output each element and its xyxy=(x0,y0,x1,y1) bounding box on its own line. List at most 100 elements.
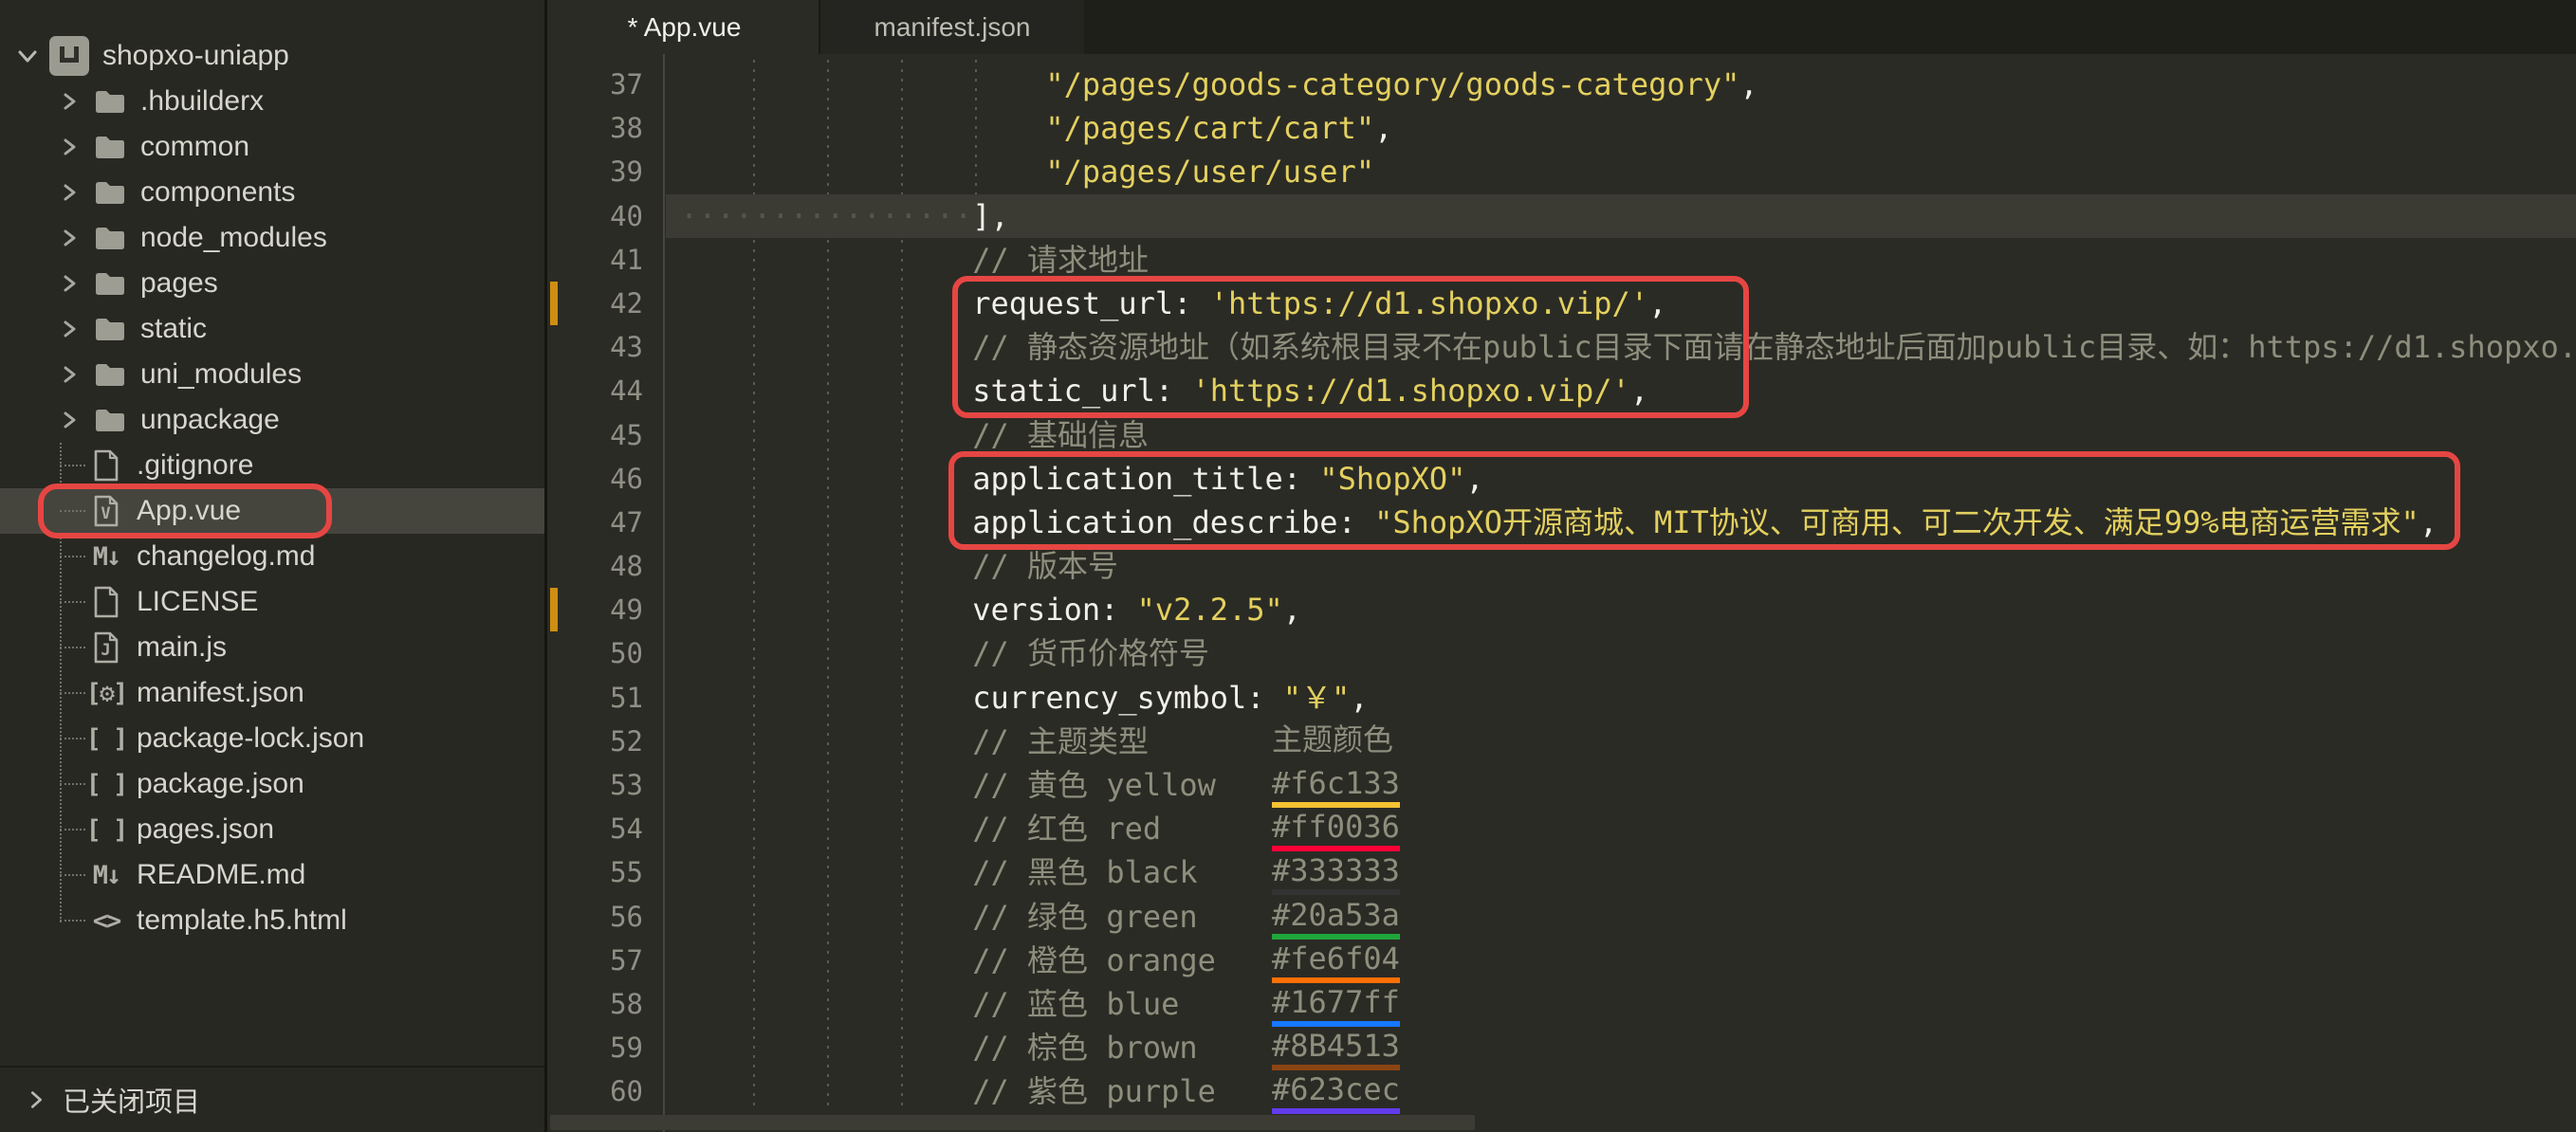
tree-file-label: main.js xyxy=(137,631,227,664)
chevron-right-icon[interactable] xyxy=(55,363,83,386)
line-number[interactable]: 42 xyxy=(550,282,664,325)
line-number[interactable]: 56 xyxy=(550,895,664,939)
line-number[interactable]: 40 xyxy=(550,194,664,238)
code-line-49[interactable]: 49 version: "v2.2.5", xyxy=(550,588,2576,631)
tree-folder-components[interactable]: components xyxy=(0,170,544,215)
tree-file-.gitignore[interactable]: .gitignore xyxy=(0,443,544,488)
line-number[interactable]: 39 xyxy=(550,150,664,193)
tree-folder-uni_modules[interactable]: uni_modules xyxy=(0,352,544,397)
code-text: // 绿色 green#20a53a xyxy=(666,895,2576,939)
code-text: application_describe: "ShopXO开源商城、MIT协议、… xyxy=(666,501,2576,544)
code-line-58[interactable]: 58 // 蓝色 blue#1677ff xyxy=(550,982,2576,1026)
line-number[interactable]: 47 xyxy=(550,501,664,544)
line-number[interactable]: 50 xyxy=(550,631,664,675)
line-number[interactable]: 38 xyxy=(550,106,664,150)
vue-file-icon: V xyxy=(87,494,125,528)
line-number[interactable]: 41 xyxy=(550,238,664,282)
tree-folder-node_modules[interactable]: node_modules xyxy=(0,215,544,261)
code-line-50[interactable]: 50 // 货币价格符号 xyxy=(550,631,2576,675)
line-number[interactable]: 58 xyxy=(550,982,664,1026)
chevron-right-icon[interactable] xyxy=(55,227,83,249)
js-file-icon: J xyxy=(87,630,125,665)
tree-file-manifest.json[interactable]: [⚙]manifest.json xyxy=(0,670,544,716)
line-number[interactable]: 55 xyxy=(550,850,664,894)
code-line-39[interactable]: 39 "/pages/user/user" xyxy=(550,150,2576,193)
line-number[interactable]: 59 xyxy=(550,1026,664,1069)
tree-folder-common[interactable]: common xyxy=(0,124,544,170)
line-number[interactable]: 60 xyxy=(550,1069,664,1113)
code-line-44[interactable]: 44 static_url: 'https://d1.shopxo.vip/', xyxy=(550,369,2576,412)
tree-file-App.vue[interactable]: VApp.vue xyxy=(0,488,544,534)
code-line-57[interactable]: 57 // 橙色 orange#fe6f04 xyxy=(550,939,2576,982)
code-line-38[interactable]: 38 "/pages/cart/cart", xyxy=(550,106,2576,150)
editor-window: shopxo-uniapp .hbuilderxcommoncomponents… xyxy=(0,0,2576,1132)
line-number[interactable]: 37 xyxy=(550,63,664,106)
code-line-56[interactable]: 56 // 绿色 green#20a53a xyxy=(550,895,2576,939)
code-line-40[interactable]: 40················], xyxy=(550,194,2576,238)
chevron-right-icon[interactable] xyxy=(55,181,83,204)
line-number[interactable]: 48 xyxy=(550,544,664,588)
code-line-42[interactable]: 42 request_url: 'https://d1.shopxo.vip/'… xyxy=(550,282,2576,325)
line-number[interactable]: 53 xyxy=(550,763,664,807)
line-number[interactable]: 49 xyxy=(550,588,664,631)
code-line-54[interactable]: 54 // 红色 red#ff0036 xyxy=(550,807,2576,850)
chevron-right-icon[interactable] xyxy=(55,136,83,158)
line-number[interactable]: 51 xyxy=(550,676,664,720)
line-number[interactable]: 45 xyxy=(550,413,664,457)
code-line-45[interactable]: 45 // 基础信息 xyxy=(550,413,2576,457)
code-text: version: "v2.2.5", xyxy=(666,588,2576,631)
code-line-59[interactable]: 59 // 棕色 brown#8B4513 xyxy=(550,1026,2576,1069)
code-line-53[interactable]: 53 // 黄色 yellow#f6c133 xyxy=(550,763,2576,807)
tree-project-root[interactable]: shopxo-uniapp xyxy=(0,33,544,79)
code-line-48[interactable]: 48 // 版本号 xyxy=(550,544,2576,588)
line-number[interactable]: 46 xyxy=(550,457,664,501)
horizontal-scrollbar-thumb[interactable] xyxy=(550,1115,1475,1130)
code-line-46[interactable]: 46 application_title: "ShopXO", xyxy=(550,457,2576,501)
closed-projects-section[interactable]: 已关闭项目 xyxy=(0,1066,544,1132)
code-line-52[interactable]: 52 // 主题类型主题颜色 xyxy=(550,720,2576,763)
tree-file-changelog.md[interactable]: M↓changelog.md xyxy=(0,534,544,579)
code-line-43[interactable]: 43 // 静态资源地址（如系统根目录不在public目录下面请在静态地址后面加… xyxy=(550,325,2576,369)
chevron-right-icon[interactable] xyxy=(55,272,83,295)
line-number[interactable]: 52 xyxy=(550,720,664,763)
code-line-60[interactable]: 60 // 紫色 purple#623cec xyxy=(550,1069,2576,1113)
chevron-right-icon[interactable] xyxy=(55,409,83,431)
json-file-icon: [ ] xyxy=(87,815,125,845)
tree-file-label: package-lock.json xyxy=(137,722,364,755)
code-text: request_url: 'https://d1.shopxo.vip/', xyxy=(666,282,2576,325)
tree-file-template.h5.html[interactable]: <>template.h5.html xyxy=(0,898,544,943)
code-text: application_title: "ShopXO", xyxy=(666,457,2576,501)
code-line-51[interactable]: 51 currency_symbol: "￥", xyxy=(550,676,2576,720)
code-text: // 黑色 black#333333 xyxy=(666,850,2576,894)
json-file-icon: [ ] xyxy=(87,724,125,754)
tree-folder-unpackage[interactable]: unpackage xyxy=(0,397,544,443)
tree-file-main.js[interactable]: Jmain.js xyxy=(0,625,544,670)
tree-file-pages.json[interactable]: [ ]pages.json xyxy=(0,807,544,852)
tree-branch-line xyxy=(60,829,85,831)
line-number[interactable]: 43 xyxy=(550,325,664,369)
code-text: "/pages/user/user" xyxy=(666,150,2576,193)
code-line-47[interactable]: 47 application_describe: "ShopXO开源商城、MIT… xyxy=(550,501,2576,544)
tree-file-README.md[interactable]: M↓README.md xyxy=(0,852,544,898)
code-line-37[interactable]: 37 "/pages/goods-category/goods-category… xyxy=(550,63,2576,106)
code-line-55[interactable]: 55 // 黑色 black#333333 xyxy=(550,850,2576,894)
code-line-41[interactable]: 41 // 请求地址 xyxy=(550,238,2576,282)
svg-text:J: J xyxy=(101,641,110,660)
tree-folder-static[interactable]: static xyxy=(0,306,544,352)
line-number[interactable]: 44 xyxy=(550,369,664,412)
tab-App.vue[interactable]: * App.vue xyxy=(550,0,819,54)
chevron-right-icon[interactable] xyxy=(55,318,83,340)
chevron-right-icon[interactable] xyxy=(25,1088,47,1111)
line-number[interactable]: 57 xyxy=(550,939,664,982)
tree-file-LICENSE[interactable]: LICENSE xyxy=(0,579,544,625)
tree-file-package.json[interactable]: [ ]package.json xyxy=(0,761,544,807)
chevron-right-icon[interactable] xyxy=(55,90,83,113)
tree-file-package-lock.json[interactable]: [ ] package-lock.json xyxy=(0,716,544,761)
tree-folder-.hbuilderx[interactable]: .hbuilderx xyxy=(0,79,544,124)
code-editor-pane[interactable]: 37 "/pages/goods-category/goods-category… xyxy=(550,54,2576,1132)
code-text: // 蓝色 blue#1677ff xyxy=(666,982,2576,1026)
tab-manifest.json[interactable]: manifest.json xyxy=(819,0,1084,54)
line-number[interactable]: 54 xyxy=(550,807,664,850)
chevron-down-icon[interactable] xyxy=(13,44,42,68)
tree-folder-pages[interactable]: pages xyxy=(0,261,544,306)
